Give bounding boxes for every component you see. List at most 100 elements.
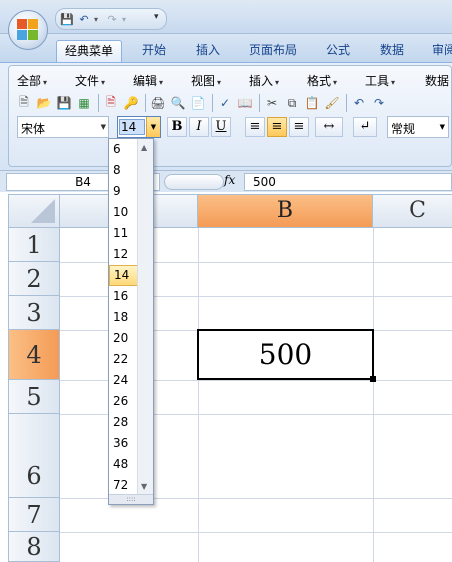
- formula-bar-splitter[interactable]: [164, 174, 224, 190]
- menu-tools[interactable]: 工具 ▾: [365, 72, 395, 89]
- research-icon[interactable]: 📖: [236, 94, 254, 112]
- select-all-button[interactable]: [8, 194, 60, 228]
- excel-window: 💾 ↶ ▾ ↷ ▾ ▾ 经典菜单 开始 插入 页面布局 公式 数据 审阅 全部 ▾…: [0, 0, 452, 562]
- new-file-icon[interactable]: 🗎: [15, 94, 33, 112]
- paste-icon[interactable]: 📋: [303, 94, 321, 112]
- column-header-c[interactable]: C: [373, 194, 452, 228]
- underline-button[interactable]: U: [211, 117, 231, 137]
- menu-view[interactable]: 视图 ▾: [191, 72, 221, 89]
- page-setup-icon[interactable]: 📄: [189, 94, 207, 112]
- pdf-icon[interactable]: 🗎: [102, 94, 120, 112]
- office-logo-icon: [17, 19, 39, 41]
- font-size-option[interactable]: 48: [109, 454, 139, 475]
- font-size-option[interactable]: 16: [109, 286, 139, 307]
- menu-data[interactable]: 数据: [425, 72, 449, 89]
- scroll-down-icon[interactable]: ▼: [141, 482, 147, 491]
- align-center-button[interactable]: ≡: [267, 117, 287, 137]
- tab-classic-menu[interactable]: 经典菜单: [56, 40, 122, 62]
- align-left-button[interactable]: ≡: [245, 117, 265, 137]
- font-size-option[interactable]: 22: [109, 349, 139, 370]
- font-size-option[interactable]: 36: [109, 433, 139, 454]
- undo-icon[interactable]: ↶: [350, 94, 368, 112]
- bold-button[interactable]: B: [167, 117, 187, 137]
- italic-button[interactable]: I: [189, 117, 209, 137]
- font-size-option[interactable]: 18: [109, 307, 139, 328]
- redo-dropdown-icon[interactable]: ▾: [122, 15, 130, 24]
- row-header-7[interactable]: 7: [8, 498, 60, 532]
- spelling-icon[interactable]: ✓: [216, 94, 234, 112]
- chevron-down-icon[interactable]: ▼: [440, 123, 445, 131]
- font-size-option[interactable]: 26: [109, 391, 139, 412]
- merge-center-button[interactable]: ↔: [315, 117, 343, 137]
- save-icon[interactable]: 💾: [55, 94, 73, 112]
- font-size-dropdown-button[interactable]: ▼: [146, 117, 160, 137]
- font-size-option[interactable]: 24: [109, 370, 139, 391]
- fill-handle[interactable]: [370, 376, 376, 382]
- chevron-down-icon[interactable]: ▼: [101, 123, 106, 131]
- wrap-text-button[interactable]: ↵: [353, 117, 377, 137]
- menu-insert[interactable]: 插入 ▾: [249, 72, 279, 89]
- row-header-8[interactable]: 8: [8, 532, 60, 562]
- chevron-down-icon: ▼: [150, 123, 157, 131]
- font-size-dropdown-list: 6 8 9 10 11 12 14 16 18 20 22 24 26 28 3…: [108, 138, 154, 505]
- cut-icon[interactable]: ✂: [263, 94, 281, 112]
- scroll-up-icon[interactable]: ▲: [141, 143, 147, 152]
- tab-review[interactable]: 审阅: [424, 40, 452, 62]
- font-size-option[interactable]: 10: [109, 202, 139, 223]
- font-size-option[interactable]: 8: [109, 160, 139, 181]
- formula-bar: B4 fx 500: [0, 170, 452, 192]
- number-format-combo[interactable]: 常规 ▼: [387, 116, 449, 138]
- standard-toolbar: 🗎 📂 💾 ▦ 🗎 🔑 🖨 🔍 📄 ✓ 📖 ✂ ⧉ 📋 🖌 ↶ ↷: [15, 92, 452, 114]
- save-icon[interactable]: 💾: [60, 12, 74, 26]
- font-size-option[interactable]: 28: [109, 412, 139, 433]
- redo-icon[interactable]: ↷: [370, 94, 388, 112]
- ribbon-tabs: 经典菜单 开始 插入 页面布局 公式 数据 审阅: [0, 34, 452, 62]
- ribbon: 全部 ▾ 文件 ▾ 编辑 ▾ 视图 ▾ 插入 ▾ 格式 ▾ 工具 ▾ 数据 🗎 📂 💾 ▦ 🗎…: [0, 62, 452, 170]
- align-right-button[interactable]: ≡: [289, 117, 309, 137]
- row-header-1[interactable]: 1: [8, 228, 60, 262]
- font-size-option[interactable]: 20: [109, 328, 139, 349]
- tab-insert[interactable]: 插入: [186, 40, 230, 62]
- dropdown-scrollbar[interactable]: ▲ ▼: [137, 139, 153, 494]
- row-header-2[interactable]: 2: [8, 262, 60, 296]
- font-size-option[interactable]: 12: [109, 244, 139, 265]
- font-name-combo[interactable]: 宋体 ▼: [17, 116, 109, 138]
- customize-toolbar-icon[interactable]: ▾: [154, 12, 159, 22]
- font-size-combo[interactable]: 14 ▼: [117, 116, 161, 138]
- font-size-option[interactable]: 11: [109, 223, 139, 244]
- row-header-5[interactable]: 5: [8, 380, 60, 414]
- menu-format[interactable]: 格式 ▾: [307, 72, 337, 89]
- excel-icon[interactable]: ▦: [75, 94, 93, 112]
- print-preview-icon[interactable]: 🔍: [169, 94, 187, 112]
- font-size-option-selected[interactable]: 14: [109, 265, 139, 286]
- row-header-6[interactable]: 6: [8, 414, 60, 498]
- tab-formulas[interactable]: 公式: [316, 40, 360, 62]
- row-header-4[interactable]: 4: [8, 330, 60, 380]
- font-size-option[interactable]: 72: [109, 475, 139, 496]
- menu-edit[interactable]: 编辑 ▾: [133, 72, 163, 89]
- font-size-option[interactable]: 6: [109, 139, 139, 160]
- cell-b4[interactable]: 500: [197, 329, 374, 380]
- tab-data[interactable]: 数据: [370, 40, 414, 62]
- undo-dropdown-icon[interactable]: ▾: [94, 15, 102, 24]
- office-button[interactable]: [8, 10, 48, 50]
- font-size-input[interactable]: 14: [119, 119, 145, 135]
- redo-icon[interactable]: ↷: [105, 12, 119, 26]
- tab-page-layout[interactable]: 页面布局: [242, 40, 304, 62]
- title-bar: 💾 ↶ ▾ ↷ ▾ ▾: [0, 0, 452, 34]
- copy-icon[interactable]: ⧉: [283, 94, 301, 112]
- font-size-option[interactable]: 9: [109, 181, 139, 202]
- format-painter-icon[interactable]: 🖌: [323, 94, 341, 112]
- open-folder-icon[interactable]: 📂: [35, 94, 53, 112]
- permission-icon[interactable]: 🔑: [122, 94, 140, 112]
- menu-file[interactable]: 文件 ▾: [75, 72, 105, 89]
- tab-home[interactable]: 开始: [132, 40, 176, 62]
- insert-function-icon[interactable]: fx: [224, 173, 235, 187]
- row-header-3[interactable]: 3: [8, 296, 60, 330]
- resize-grip-icon[interactable]: ::::: [109, 494, 153, 504]
- undo-icon[interactable]: ↶: [77, 12, 91, 26]
- column-header-b[interactable]: B: [198, 194, 373, 228]
- formula-input[interactable]: 500: [244, 173, 452, 191]
- menu-all[interactable]: 全部 ▾: [17, 72, 47, 89]
- print-icon[interactable]: 🖨: [149, 94, 167, 112]
